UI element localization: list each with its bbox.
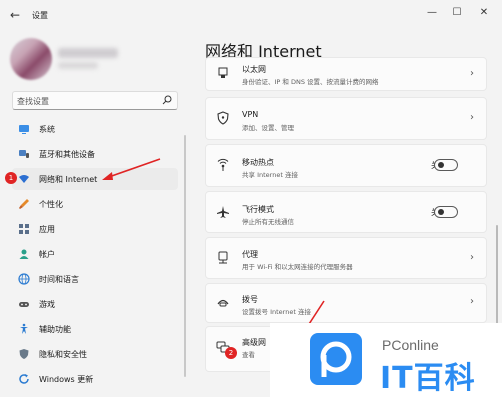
sidebar-item-privacy[interactable]: 隐私和安全性 <box>12 343 178 365</box>
airplane-mode-toggle[interactable] <box>434 206 458 218</box>
sidebar-item-label: 时间和语言 <box>39 275 79 284</box>
person-icon <box>19 249 29 259</box>
search-icon[interactable] <box>162 95 172 105</box>
vpn-shield-icon <box>217 111 229 125</box>
wifi-icon <box>19 175 29 183</box>
avatar[interactable] <box>10 38 52 80</box>
chevron-right-icon: › <box>470 68 474 79</box>
card-title: 以太网 <box>242 65 266 74</box>
chevron-right-icon: › <box>470 296 474 307</box>
sidebar-item-label: 隐私和安全性 <box>39 350 87 359</box>
watermark-logo <box>310 333 362 385</box>
card-description: 用于 Wi-Fi 和以太网连接的代理服务器 <box>242 263 353 271</box>
sidebar-item-apps[interactable]: 应用 <box>12 218 178 240</box>
accessibility-icon <box>20 323 28 334</box>
window-title: 设置 <box>32 11 48 20</box>
watermark-brand: PConline <box>382 337 439 353</box>
profile-email-blurred <box>58 62 98 69</box>
sidebar-item-label: 蓝牙和其他设备 <box>39 150 95 159</box>
card-title: 拨号 <box>242 295 258 304</box>
sidebar-scrollbar[interactable] <box>184 135 186 377</box>
sidebar-item-accounts[interactable]: 帐户 <box>12 243 178 265</box>
back-arrow-icon[interactable]: ← <box>10 8 20 22</box>
card-description: 共享 Internet 连接 <box>242 171 298 179</box>
bluetooth-icon <box>19 150 29 158</box>
shield-icon <box>19 349 29 359</box>
sidebar-item-windows-update[interactable]: Windows 更新 <box>12 368 178 390</box>
close-icon[interactable]: ✕ <box>474 5 494 21</box>
profile-name-blurred <box>58 48 118 58</box>
globe-icon <box>18 273 30 285</box>
card-ethernet[interactable]: 以太网 身份验证、IP 和 DNS 设置、按流量计费的网络 › <box>205 57 487 91</box>
sidebar-item-time-language[interactable]: 时间和语言 <box>12 268 178 290</box>
sidebar-item-label: 系统 <box>39 125 55 134</box>
sidebar-item-label: 帐户 <box>39 250 55 259</box>
update-icon <box>19 374 29 384</box>
chevron-right-icon: › <box>470 252 474 263</box>
card-description: 身份验证、IP 和 DNS 设置、按流量计费的网络 <box>242 78 379 86</box>
card-description: 查看 <box>242 351 255 359</box>
sidebar-item-label: Windows 更新 <box>39 375 94 384</box>
card-proxy[interactable]: 代理 用于 Wi-Fi 和以太网连接的代理服务器 › <box>205 237 487 279</box>
sidebar-item-label: 游戏 <box>39 300 55 309</box>
apps-icon <box>19 224 29 234</box>
sidebar-item-personalization[interactable]: 个性化 <box>12 193 178 215</box>
card-mobile-hotspot[interactable]: 移动热点 共享 Internet 连接 关 <box>205 144 487 187</box>
card-airplane-mode[interactable]: 飞行模式 停止所有无线通信 关 <box>205 191 487 233</box>
brush-icon <box>19 199 29 209</box>
card-title: 代理 <box>242 250 258 259</box>
proxy-icon <box>218 251 228 264</box>
card-title: 高级网 <box>242 338 266 347</box>
chevron-right-icon: › <box>470 112 474 123</box>
annotation-arrow-1 <box>102 158 161 180</box>
search-box[interactable] <box>12 91 178 110</box>
search-input[interactable] <box>17 94 157 108</box>
watermark: PConline IT百科 <box>270 323 502 397</box>
sidebar-item-label: 网络和 Internet <box>39 175 98 184</box>
hotspot-icon <box>217 158 229 171</box>
main-scrollbar[interactable] <box>496 225 498 335</box>
card-title: 移动热点 <box>242 158 274 167</box>
card-title: VPN <box>242 110 259 119</box>
ethernet-icon <box>218 67 228 78</box>
sidebar-item-label: 辅助功能 <box>39 325 71 334</box>
card-title: 飞行模式 <box>242 205 274 214</box>
sidebar-item-label: 个性化 <box>39 200 63 209</box>
sidebar-item-accessibility[interactable]: 辅助功能 <box>12 318 178 340</box>
sidebar-item-label: 应用 <box>39 225 55 234</box>
card-vpn[interactable]: VPN 添加、设置、管理 › <box>205 97 487 140</box>
card-dialup[interactable]: 拨号 设置拨号 Internet 连接 › <box>205 283 487 323</box>
airplane-icon <box>217 206 229 218</box>
watermark-text: IT百科 <box>380 361 476 396</box>
hotspot-toggle[interactable] <box>434 159 458 171</box>
annotation-badge-2: 2 <box>225 347 237 359</box>
sidebar-item-gaming[interactable]: 游戏 <box>12 293 178 315</box>
card-description: 停止所有无线通信 <box>242 218 294 226</box>
minimize-icon[interactable]: — <box>422 5 442 21</box>
monitor-icon <box>19 125 29 134</box>
card-description: 添加、设置、管理 <box>242 124 294 132</box>
title-bar: ← 设置 — ☐ ✕ <box>0 0 502 32</box>
sidebar-item-system[interactable]: 系统 <box>12 118 178 140</box>
gamepad-icon <box>19 302 29 307</box>
dialup-icon <box>217 299 229 307</box>
maximize-icon[interactable]: ☐ <box>447 5 467 21</box>
annotation-badge-1: 1 <box>5 172 17 184</box>
